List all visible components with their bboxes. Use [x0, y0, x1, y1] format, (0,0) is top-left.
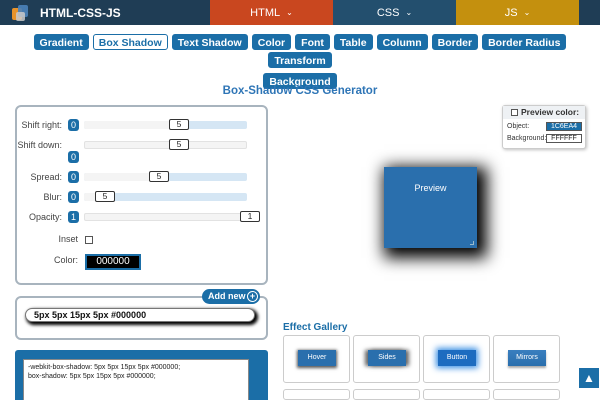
- code-line: -webkit-box-shadow: 5px 5px 15px 5px #00…: [28, 364, 181, 371]
- brand[interactable]: HTML-CSS-JS: [0, 0, 210, 25]
- color-input[interactable]: 000000: [85, 254, 141, 270]
- inset-checkbox[interactable]: [85, 236, 93, 244]
- gallery-sides-button[interactable]: Sides: [368, 350, 406, 366]
- plus-icon: +: [247, 291, 258, 302]
- gallery-card[interactable]: [493, 389, 560, 400]
- code-panel: -webkit-box-shadow: 5px 5px 15px 5px #00…: [15, 350, 268, 400]
- background-label: Background:: [507, 135, 547, 142]
- effect-gallery-title: Effect Gallery: [283, 322, 348, 333]
- nav-tab-js[interactable]: JS ⌄: [456, 0, 579, 25]
- gallery-card-button[interactable]: Button: [423, 335, 490, 383]
- shift-down-label: Shift down:: [17, 140, 62, 150]
- tool-table-button[interactable]: Table: [333, 34, 373, 50]
- gallery-button-button[interactable]: Button: [438, 350, 476, 366]
- code-line: box-shadow: 5px 5px 15px 5px #000000;: [28, 373, 156, 380]
- nav-tab-html[interactable]: HTML ⌄: [210, 0, 333, 25]
- preview-color-checkbox[interactable]: [511, 109, 518, 116]
- nav-tab-label: CSS: [376, 6, 400, 19]
- gallery-card-mirrors[interactable]: Mirrors: [493, 335, 560, 383]
- gallery-card[interactable]: [423, 389, 490, 400]
- top-navbar: HTML-CSS-JS HTML ⌄ CSS ⌄ JS ⌄: [0, 0, 600, 25]
- tool-font-button[interactable]: Font: [295, 34, 330, 50]
- nav-tab-label: HTML: [250, 6, 281, 19]
- shadow-value-output[interactable]: 5px 5px 15px 5px #000000: [25, 308, 255, 322]
- shift-down-thumb[interactable]: 5: [169, 139, 189, 150]
- tool-transform-button[interactable]: Transform: [268, 52, 332, 68]
- tool-border-button[interactable]: Border: [431, 34, 479, 50]
- add-new-button[interactable]: Add new +: [202, 289, 260, 304]
- logo-icon: [12, 4, 30, 22]
- blur-label: Blur:: [43, 192, 62, 202]
- gallery-hover-button[interactable]: Hover: [298, 350, 336, 366]
- inset-label: Inset: [58, 234, 78, 244]
- object-color-input[interactable]: 1C6EA4: [546, 122, 582, 131]
- preview-label: Preview: [414, 183, 447, 193]
- spread-label: Spread:: [30, 172, 62, 182]
- color-label: Color:: [53, 255, 78, 265]
- shift-down-slider[interactable]: 5: [84, 139, 247, 150]
- spread-thumb[interactable]: 5: [149, 171, 169, 182]
- opacity-label: Opacity:: [28, 212, 62, 222]
- opacity-min: 1: [68, 211, 79, 223]
- page-title: Box-Shadow CSS Generator: [222, 85, 378, 97]
- spread-min: 0: [68, 171, 79, 183]
- tool-column-button[interactable]: Column: [376, 34, 428, 50]
- tool-box-shadow-button[interactable]: Box Shadow: [92, 34, 168, 50]
- shift-right-thumb[interactable]: 5: [169, 119, 189, 130]
- background-color-input[interactable]: FFFFFF: [546, 134, 582, 143]
- preview-color-heading: Preview color:: [521, 107, 580, 117]
- shift-right-slider[interactable]: 5: [84, 119, 247, 130]
- chevron-down-icon: ⌄: [286, 8, 293, 17]
- nav-tab-css[interactable]: CSS ⌄: [333, 0, 456, 25]
- gallery-card-hover[interactable]: Hover: [283, 335, 350, 383]
- blur-min: 0: [68, 191, 79, 203]
- add-new-label: Add new: [208, 291, 246, 301]
- tool-border-radius-button[interactable]: Border Radius: [482, 34, 567, 50]
- scroll-to-top-icon[interactable]: ▲: [579, 368, 599, 388]
- chevron-down-icon: ⌄: [523, 8, 531, 17]
- nav-tab-label: JS: [504, 6, 518, 19]
- tool-gradient-button[interactable]: Gradient: [33, 34, 89, 50]
- preview-color-header[interactable]: Preview color:: [503, 106, 585, 119]
- object-label: Object:: [507, 123, 530, 130]
- gallery-mirrors-button[interactable]: Mirrors: [508, 350, 546, 366]
- shift-down-min: 0: [68, 151, 79, 163]
- gallery-card[interactable]: [353, 389, 420, 400]
- spread-slider[interactable]: 5: [84, 171, 247, 182]
- chevron-down-icon: ⌄: [405, 8, 413, 17]
- gallery-card-sides[interactable]: Sides: [353, 335, 420, 383]
- css-code-textarea[interactable]: -webkit-box-shadow: 5px 5px 15px 5px #00…: [23, 359, 249, 400]
- preview-box[interactable]: Preview: [384, 167, 477, 248]
- shift-right-label: Shift right:: [21, 120, 62, 130]
- opacity-slider[interactable]: 1: [84, 211, 260, 222]
- controls-panel: Shift right: 0 5 Shift down: 0 5 Spread:…: [15, 105, 268, 285]
- tool-menu: Gradient Box Shadow Text Shadow Color Font Ta…: [0, 33, 600, 90]
- brand-title: HTML-CSS-JS: [40, 5, 121, 20]
- shift-right-min: 0: [68, 119, 79, 131]
- gallery-card[interactable]: [283, 389, 350, 400]
- preview-color-card: Preview color: Object: 1C6EA4 Background…: [502, 105, 586, 149]
- blur-slider[interactable]: 5: [84, 191, 247, 202]
- tool-text-shadow-button[interactable]: Text Shadow: [171, 34, 248, 50]
- blur-thumb[interactable]: 5: [95, 191, 115, 202]
- tool-color-button[interactable]: Color: [251, 34, 292, 50]
- resize-grip-icon[interactable]: [470, 241, 474, 245]
- opacity-thumb[interactable]: 1: [240, 211, 260, 222]
